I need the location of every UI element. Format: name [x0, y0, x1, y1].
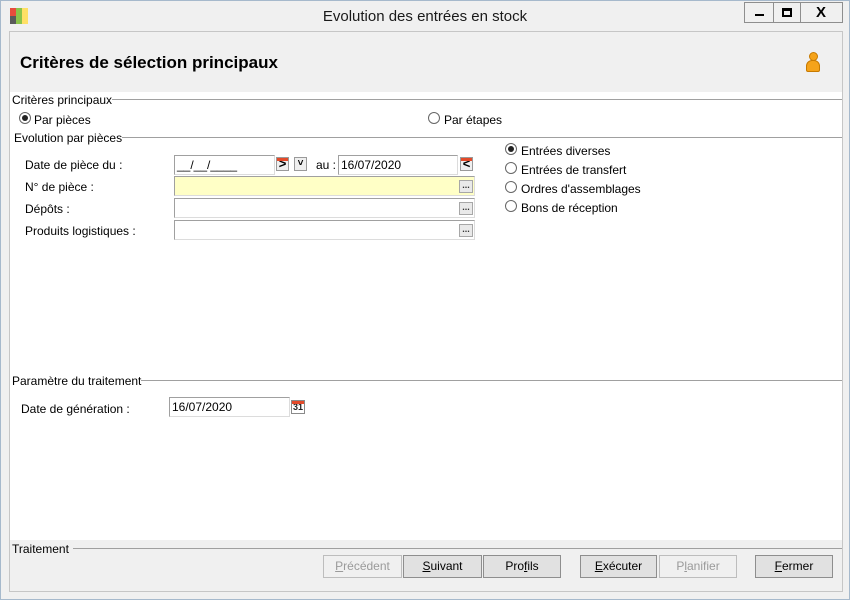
previous-button[interactable]: Précédent	[323, 555, 402, 578]
depots-input[interactable]	[174, 198, 475, 218]
group-divider	[110, 99, 842, 100]
application-window: Evolution des entrées en stock X Critère…	[0, 0, 850, 600]
radio-bons-reception[interactable]	[505, 200, 517, 212]
params-group-title: Paramètre du traitement	[12, 374, 142, 388]
dialog-body: Critères de sélection principaux Critère…	[9, 31, 843, 592]
radio-label-entrees-diverses: Entrées diverses	[521, 144, 611, 158]
group-divider	[115, 137, 842, 138]
user-icon[interactable]	[804, 52, 822, 74]
calendar-icon[interactable]: 31	[291, 400, 305, 414]
piece-number-input[interactable]	[174, 176, 475, 196]
schedule-button[interactable]: Planifier	[659, 555, 737, 578]
produits-input[interactable]	[174, 220, 475, 240]
radio-entrees-diverses[interactable]	[505, 143, 517, 155]
piece-label: N° de pièce :	[25, 180, 94, 194]
date-from-input[interactable]: __/__/____	[174, 155, 275, 175]
date-next-button[interactable]: >	[276, 157, 289, 171]
close-icon: X	[815, 4, 826, 21]
maximize-button[interactable]	[774, 2, 801, 23]
footer-group-title: Traitement	[12, 542, 73, 556]
radio-ordres-assemblages[interactable]	[505, 181, 517, 193]
date-from-label: Date de pièce du :	[25, 158, 123, 172]
close-window-button[interactable]: X	[801, 2, 843, 23]
generation-date-input[interactable]: 16/07/2020	[169, 397, 290, 417]
radio-label-par-etapes: Par étapes	[444, 113, 503, 127]
date-dropdown-button[interactable]: ˅	[294, 157, 307, 171]
page-header: Critères de sélection principaux	[10, 32, 842, 92]
date-prev-button[interactable]: <	[460, 157, 473, 171]
ellipsis-icon: ...	[462, 202, 470, 212]
evolution-group-title: Evolution par pièces	[14, 131, 123, 145]
title-bar[interactable]: Evolution des entrées en stock X	[1, 1, 849, 31]
radio-entrees-transfert[interactable]	[505, 162, 517, 174]
depots-label: Dépôts :	[25, 202, 70, 216]
radio-label-ordres-assemblages: Ordres d'assemblages	[521, 182, 641, 196]
criteria-group-title: Critères principaux	[12, 93, 113, 107]
produits-lookup-button[interactable]: ...	[459, 224, 473, 237]
profiles-button[interactable]: Profils	[483, 555, 561, 578]
maximize-icon	[782, 8, 792, 17]
generation-date-label: Date de génération :	[21, 402, 130, 416]
radio-par-pieces[interactable]	[19, 112, 31, 124]
radio-par-etapes[interactable]	[428, 112, 440, 124]
group-divider	[66, 548, 842, 549]
ellipsis-icon: ...	[462, 224, 470, 234]
minimize-icon	[755, 14, 764, 16]
date-to-label: au :	[316, 158, 337, 172]
date-to-input[interactable]: 16/07/2020	[338, 155, 458, 175]
page-title: Critères de sélection principaux	[20, 53, 278, 72]
minimize-button[interactable]	[744, 2, 774, 23]
chevron-down-icon: ˅	[297, 158, 304, 169]
close-button[interactable]: Fermer	[755, 555, 833, 578]
group-divider	[132, 380, 842, 381]
next-button[interactable]: Suivant	[403, 555, 482, 578]
produits-label: Produits logistiques :	[25, 224, 136, 238]
window-title: Evolution des entrées en stock	[322, 8, 528, 25]
ellipsis-icon: ...	[462, 180, 470, 190]
footer-panel: Traitement Précédent Suivant Profils Exé…	[10, 540, 842, 591]
radio-label-bons-reception: Bons de réception	[521, 201, 618, 215]
radio-label-par-pieces: Par pièces	[34, 113, 91, 127]
radio-label-entrees-transfert: Entrées de transfert	[521, 163, 627, 177]
piece-lookup-button[interactable]: ...	[459, 180, 473, 193]
depots-lookup-button[interactable]: ...	[459, 202, 473, 215]
execute-button[interactable]: Exécuter	[580, 555, 657, 578]
